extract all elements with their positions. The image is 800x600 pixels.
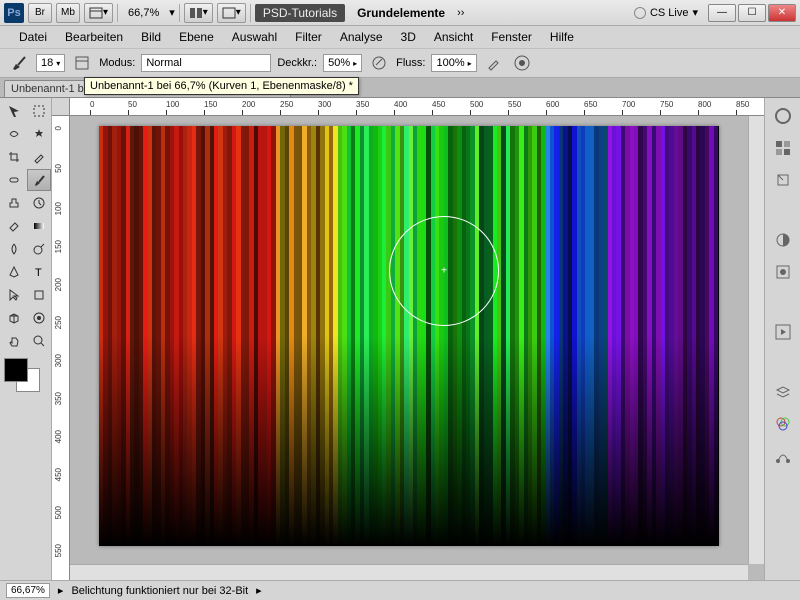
workspace-switcher[interactable]: PSD-Tutorials: [255, 4, 345, 22]
right-panel-dock: [764, 98, 800, 580]
lasso-tool[interactable]: [2, 123, 26, 145]
separator: [250, 4, 251, 22]
path-select-tool[interactable]: [2, 284, 26, 306]
opacity-label: Deckkr.:: [277, 57, 317, 69]
workspace-item[interactable]: Grundelemente: [349, 4, 453, 22]
brush-tool[interactable]: [27, 169, 51, 191]
zoom-tool[interactable]: [27, 330, 51, 352]
stamp-tool[interactable]: [2, 192, 26, 214]
mode-label: Modus:: [99, 57, 135, 69]
separator: [117, 4, 118, 22]
brush-size-field[interactable]: 18▾: [36, 54, 65, 72]
blur-tool[interactable]: [2, 238, 26, 260]
color-panel-icon[interactable]: [771, 104, 795, 128]
hand-tool[interactable]: [2, 330, 26, 352]
titlebar: Ps Br Mb ▾ 66,7%▾ ▾ ▾ PSD-Tutorials Grun…: [0, 0, 800, 26]
menu-ansicht[interactable]: Ansicht: [425, 27, 482, 47]
cs-live-icon: [634, 7, 646, 19]
chevron-right-icon[interactable]: ››: [457, 7, 464, 19]
close-button[interactable]: ✕: [768, 4, 796, 22]
menu-ebene[interactable]: Ebene: [170, 27, 223, 47]
canvas-area: 0501001502002503003504004505005506006507…: [52, 98, 764, 580]
menu-datei[interactable]: Datei: [10, 27, 56, 47]
opacity-field[interactable]: 50%▸: [323, 54, 362, 72]
swatches-panel-icon[interactable]: [771, 136, 795, 160]
ruler-vertical[interactable]: 050100150200250300350400450500550: [52, 116, 70, 580]
menu-fenster[interactable]: Fenster: [482, 27, 541, 47]
channels-panel-icon[interactable]: [771, 412, 795, 436]
brush-size-value: 18: [41, 57, 53, 69]
app-logo-icon[interactable]: Ps: [4, 3, 24, 23]
move-tool[interactable]: [2, 100, 26, 122]
menu-analyse[interactable]: Analyse: [331, 27, 392, 47]
crop-tool[interactable]: [2, 146, 26, 168]
type-tool[interactable]: T: [27, 261, 51, 283]
pressure-size-button[interactable]: [511, 52, 533, 74]
flow-field[interactable]: 100%▸: [431, 54, 476, 72]
status-message: Belichtung funktioniert nur bei 32-Bit: [71, 585, 248, 597]
color-swatches[interactable]: [2, 358, 50, 398]
bridge-button[interactable]: Br: [28, 3, 52, 23]
dodge-tool[interactable]: [27, 238, 51, 260]
3d-camera-tool[interactable]: [27, 307, 51, 329]
menu-bearbeiten[interactable]: Bearbeiten: [56, 27, 132, 47]
scrollbar-vertical[interactable]: [748, 116, 764, 564]
adjustments-panel-icon[interactable]: [771, 228, 795, 252]
menu-auswahl[interactable]: Auswahl: [223, 27, 286, 47]
mode-select[interactable]: Normal: [141, 54, 271, 72]
gradient-tool[interactable]: [27, 215, 51, 237]
pen-tool[interactable]: [2, 261, 26, 283]
paths-panel-icon[interactable]: [771, 444, 795, 468]
styles-panel-icon[interactable]: [771, 168, 795, 192]
layers-panel-icon[interactable]: [771, 380, 795, 404]
brush-panel-button[interactable]: [71, 52, 93, 74]
zoom-display[interactable]: 66,7%: [122, 7, 165, 19]
flow-label: Fluss:: [396, 57, 425, 69]
status-arrow-icon[interactable]: ▸: [256, 584, 262, 597]
toolbox: T: [0, 98, 52, 580]
history-brush-tool[interactable]: [27, 192, 51, 214]
document-tooltip: Unbenannt-1 bei 66,7% (Kurven 1, Ebenenm…: [84, 77, 359, 95]
healing-tool[interactable]: [2, 169, 26, 191]
menu-hilfe[interactable]: Hilfe: [541, 27, 583, 47]
view-extras-button[interactable]: ▾: [84, 3, 113, 23]
opacity-value: 50%: [328, 57, 350, 69]
maximize-button[interactable]: ☐: [738, 4, 766, 22]
svg-text:T: T: [35, 267, 42, 279]
current-tool-icon[interactable]: [8, 52, 30, 74]
marquee-tool[interactable]: [27, 100, 51, 122]
document-canvas[interactable]: [99, 126, 719, 546]
masks-panel-icon[interactable]: [771, 260, 795, 284]
foreground-swatch[interactable]: [4, 358, 28, 382]
pressure-opacity-button[interactable]: [368, 52, 390, 74]
options-bar: 18▾ Modus: Normal Deckkr.: 50%▸ Fluss: 1…: [0, 48, 800, 78]
eyedropper-tool[interactable]: [27, 146, 51, 168]
ruler-origin[interactable]: [52, 98, 70, 116]
cs-live-button[interactable]: CS Live ▾: [634, 6, 698, 19]
menu-3d[interactable]: 3D: [392, 27, 425, 47]
scrollbar-horizontal[interactable]: [70, 564, 748, 580]
screenmode-button[interactable]: ▾: [217, 3, 246, 23]
shape-tool[interactable]: [27, 284, 51, 306]
minibridge-button[interactable]: Mb: [56, 3, 80, 23]
wand-tool[interactable]: [27, 123, 51, 145]
menubar: Datei Bearbeiten Bild Ebene Auswahl Filt…: [0, 26, 800, 48]
menu-filter[interactable]: Filter: [286, 27, 331, 47]
play-panel-icon[interactable]: [771, 320, 795, 344]
cs-live-label: CS Live: [650, 7, 689, 19]
ruler-horizontal[interactable]: 0501001502002503003504004505005506006507…: [70, 98, 764, 116]
eraser-tool[interactable]: [2, 215, 26, 237]
minimize-button[interactable]: —: [708, 4, 736, 22]
status-zoom[interactable]: 66,67%: [6, 583, 50, 598]
flow-value: 100%: [436, 57, 464, 69]
statusbar: 66,67% ▸ Belichtung funktioniert nur bei…: [0, 580, 800, 600]
status-arrow-icon[interactable]: ▸: [58, 584, 64, 597]
menu-bild[interactable]: Bild: [132, 27, 170, 47]
airbrush-button[interactable]: [483, 52, 505, 74]
3d-tool[interactable]: [2, 307, 26, 329]
arrange-button[interactable]: ▾: [184, 3, 213, 23]
mode-value: Normal: [146, 57, 181, 69]
separator: [179, 4, 180, 22]
